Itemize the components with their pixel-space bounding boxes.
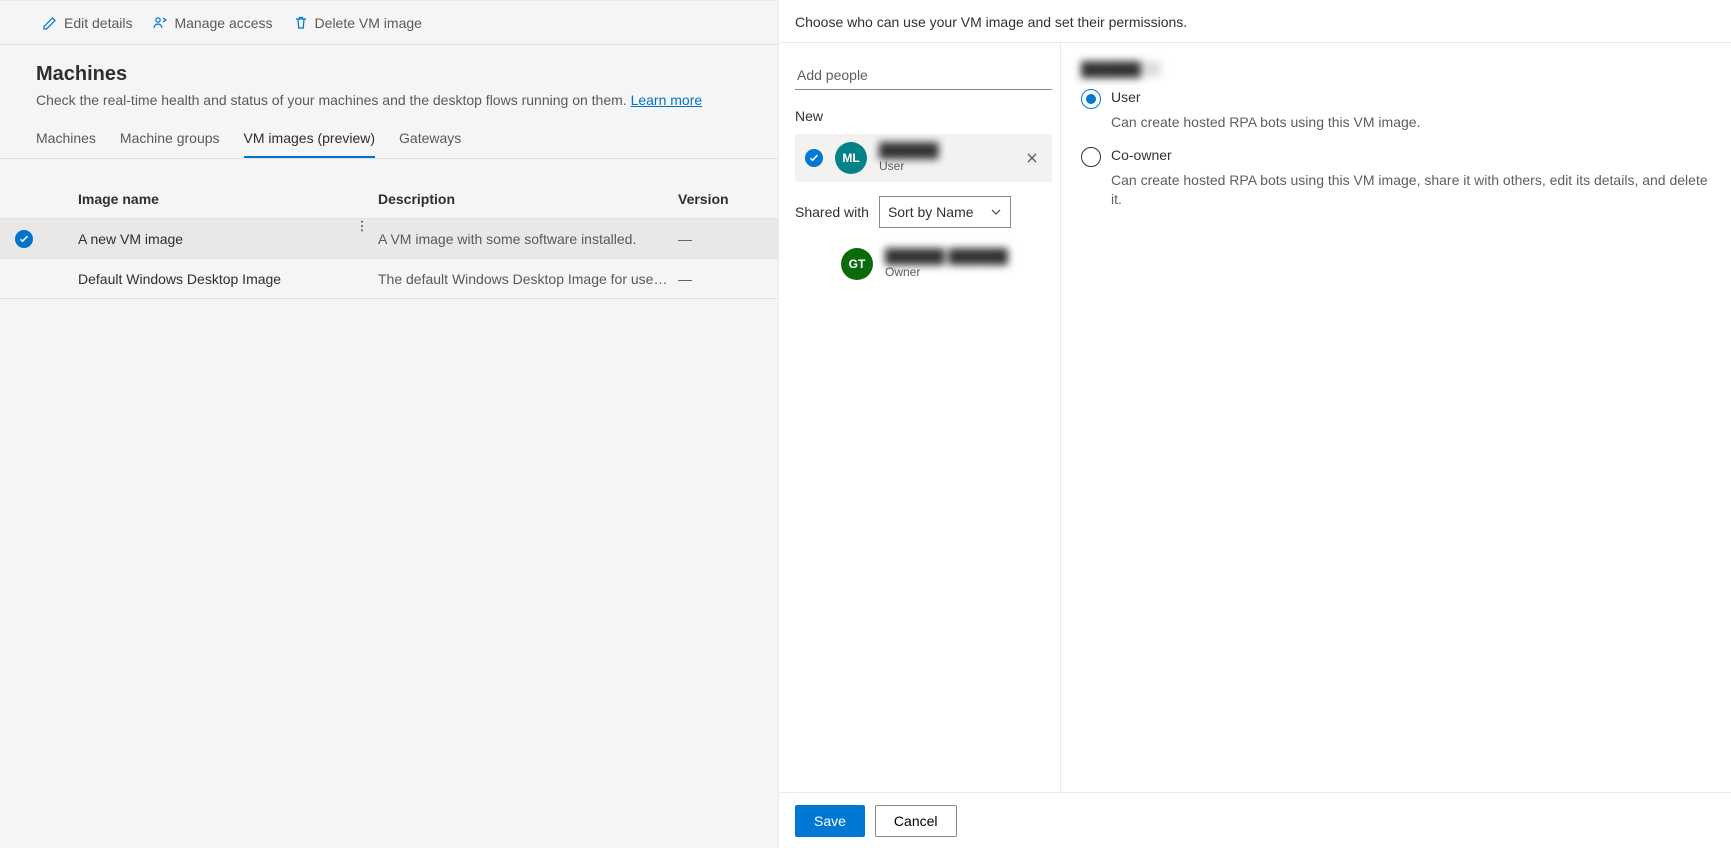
person-role: Owner (885, 265, 1008, 279)
tab-machine-groups[interactable]: Machine groups (120, 130, 220, 158)
radio-coowner-label: Co-owner (1111, 147, 1172, 167)
panel-footer: Save Cancel (779, 792, 1731, 848)
edit-details-button[interactable]: Edit details (36, 11, 138, 35)
cell-version: — (678, 271, 758, 287)
cell-version: — (678, 231, 758, 247)
shared-with-label: Shared with (795, 204, 869, 220)
pencil-icon (42, 15, 58, 31)
page-header: Machines Check the real-time health and … (0, 45, 778, 116)
avatar: GT (841, 248, 873, 280)
close-icon (1026, 152, 1038, 164)
delete-vm-image-label: Delete VM image (315, 15, 422, 31)
manage-access-panel: Choose who can use your VM image and set… (779, 0, 1731, 848)
cell-description: A VM image with some software installed. (378, 231, 678, 247)
page-subtitle-text: Check the real-time health and status of… (36, 92, 631, 108)
permissions-column: ██████ User Can create hosted RPA bots u… (1061, 43, 1731, 792)
panel-header: Choose who can use your VM image and set… (779, 0, 1731, 43)
radio-icon (1081, 89, 1101, 109)
tab-machines[interactable]: Machines (36, 130, 96, 158)
vm-image-table: Image name Description Version A new VM … (0, 179, 778, 299)
remove-person-button[interactable] (1020, 146, 1044, 170)
add-people-input[interactable] (795, 61, 1052, 89)
main-content: Edit details Manage access Delete VM ima… (0, 0, 779, 848)
table-row[interactable]: Default Windows Desktop Image The defaul… (0, 259, 778, 299)
radio-user-desc: Can create hosted RPA bots using this VM… (1111, 113, 1711, 133)
owner-row[interactable]: GT ██████ ██████ Owner (795, 242, 1052, 286)
sort-selected-value: Sort by Name (888, 204, 974, 220)
section-new-label: New (795, 108, 1052, 124)
tab-gateways[interactable]: Gateways (399, 130, 461, 158)
chip-selected-icon (805, 149, 823, 167)
col-version[interactable]: Version (678, 191, 758, 207)
page-subtitle: Check the real-time health and status of… (36, 92, 742, 108)
trash-icon (293, 15, 309, 31)
permissions-title: ██████ (1081, 61, 1161, 77)
radio-coowner-desc: Can create hosted RPA bots using this VM… (1111, 171, 1711, 210)
chevron-down-icon (990, 206, 1002, 218)
people-column: New ML ██████ User Shared with Sort by N… (779, 43, 1061, 792)
people-share-icon (152, 15, 168, 31)
cell-description: The default Windows Desktop Image for us… (378, 271, 678, 287)
person-name: ██████ ██████ (885, 248, 1008, 265)
cell-image-name: A new VM image (78, 231, 378, 247)
sort-dropdown[interactable]: Sort by Name (879, 196, 1011, 228)
delete-vm-image-button[interactable]: Delete VM image (287, 11, 428, 35)
table-row[interactable]: A new VM image A VM image with some soft… (0, 219, 778, 259)
radio-user[interactable]: User (1081, 89, 1711, 109)
row-selected-icon[interactable] (15, 230, 33, 248)
cell-image-name: Default Windows Desktop Image (78, 271, 378, 287)
radio-coowner[interactable]: Co-owner (1081, 147, 1711, 167)
new-person-chip[interactable]: ML ██████ User (795, 134, 1052, 182)
manage-access-label: Manage access (174, 15, 272, 31)
radio-user-label: User (1111, 89, 1141, 109)
edit-details-label: Edit details (64, 15, 132, 31)
learn-more-link[interactable]: Learn more (631, 92, 703, 108)
tab-vm-images[interactable]: VM images (preview) (244, 130, 375, 158)
more-vertical-icon (355, 219, 369, 233)
col-image-name[interactable]: Image name (78, 191, 378, 207)
cancel-button[interactable]: Cancel (875, 805, 957, 837)
permission-radio-group: User Can create hosted RPA bots using th… (1081, 89, 1711, 210)
tabs: Machines Machine groups VM images (previ… (0, 116, 778, 159)
col-description[interactable]: Description (378, 191, 678, 207)
table-header: Image name Description Version (0, 179, 778, 219)
command-bar: Edit details Manage access Delete VM ima… (0, 1, 778, 45)
page-title: Machines (36, 63, 742, 86)
person-role: User (879, 159, 939, 173)
avatar: ML (835, 142, 867, 174)
radio-icon (1081, 147, 1101, 167)
save-button[interactable]: Save (795, 805, 865, 837)
person-name: ██████ (879, 142, 939, 159)
manage-access-button[interactable]: Manage access (146, 11, 278, 35)
